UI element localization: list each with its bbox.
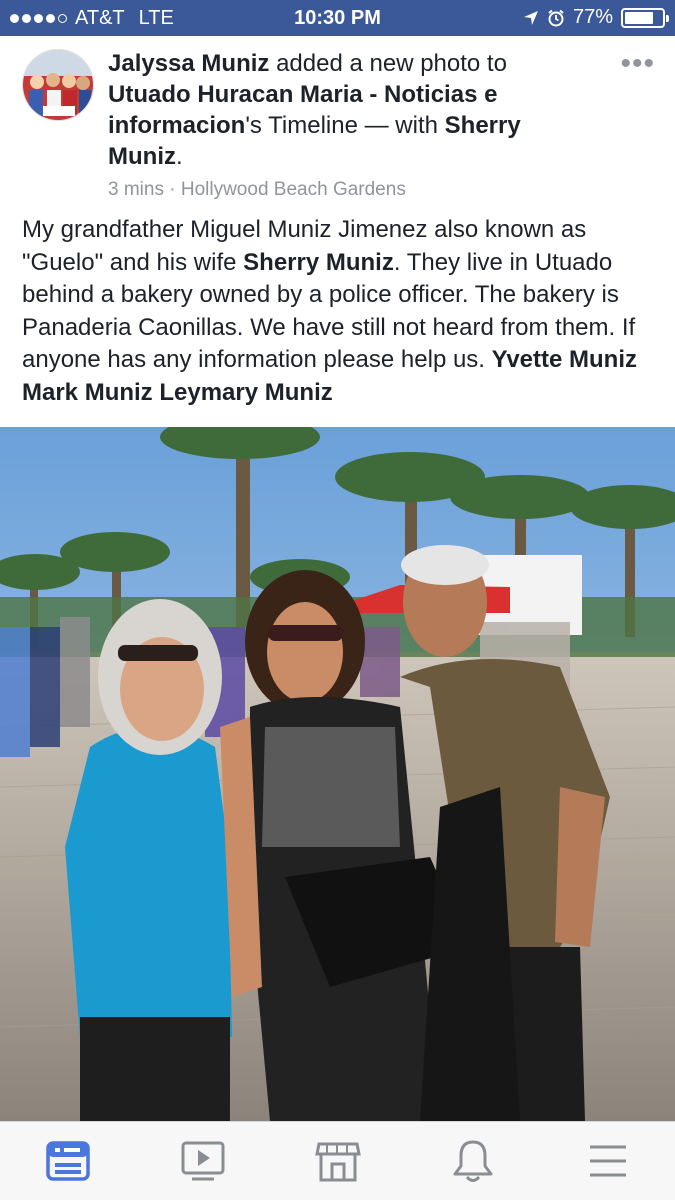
menu-icon <box>589 1145 626 1177</box>
post-header: Jalyssa Muniz added a new photo to Utuad… <box>0 36 675 208</box>
author-avatar[interactable] <box>22 49 94 121</box>
mention-leymary[interactable]: Leymary Muniz <box>159 379 332 406</box>
video-icon <box>181 1141 224 1181</box>
post-header-text: Jalyssa Muniz added a new photo to Utuad… <box>108 48 578 202</box>
signal-strength-icon <box>10 14 67 23</box>
tab-news-feed[interactable] <box>33 1131 103 1191</box>
mention-yvette[interactable]: Yvette Muniz <box>492 346 637 373</box>
post-meta: 3 mins · Hollywood Beach Gardens <box>108 178 578 202</box>
status-bar: AT&T LTE 10:30 PM 77% <box>0 0 675 36</box>
post-photo[interactable] <box>0 427 675 1121</box>
author-name-link[interactable]: Jalyssa Muniz <box>108 50 269 77</box>
battery-icon <box>621 7 669 28</box>
bottom-tab-bar <box>0 1121 675 1200</box>
tab-notifications[interactable] <box>438 1131 508 1191</box>
meta-separator: · <box>163 179 181 200</box>
mention-mark[interactable]: Mark Muniz <box>22 379 153 406</box>
notifications-bell-icon <box>453 1140 492 1182</box>
tab-marketplace[interactable] <box>303 1131 373 1191</box>
news-feed-icon <box>45 1141 90 1181</box>
post-timestamp[interactable]: 3 mins <box>108 179 164 200</box>
carrier-name: AT&T <box>75 7 125 29</box>
timeline-text: 's Timeline — with <box>245 112 445 139</box>
mention-sherry[interactable]: Sherry Muniz <box>243 249 394 276</box>
header-period: . <box>175 143 183 170</box>
location-arrow-icon <box>523 10 538 25</box>
tab-video[interactable] <box>168 1131 238 1191</box>
post-body-text: My grandfather Miguel Muniz Jimenez also… <box>22 214 662 409</box>
battery-percent: 77% <box>572 6 613 28</box>
action-text: added a new photo to <box>269 50 507 77</box>
carrier-info: AT&T LTE <box>10 7 174 30</box>
tab-menu[interactable] <box>573 1131 643 1191</box>
status-right: 77% <box>523 6 669 29</box>
post-location-link[interactable]: Hollywood Beach Gardens <box>181 179 406 200</box>
alarm-clock-icon <box>548 9 564 26</box>
marketplace-icon <box>314 1142 361 1182</box>
more-options-icon[interactable]: ••• <box>620 49 655 79</box>
network-type: LTE <box>138 7 174 29</box>
